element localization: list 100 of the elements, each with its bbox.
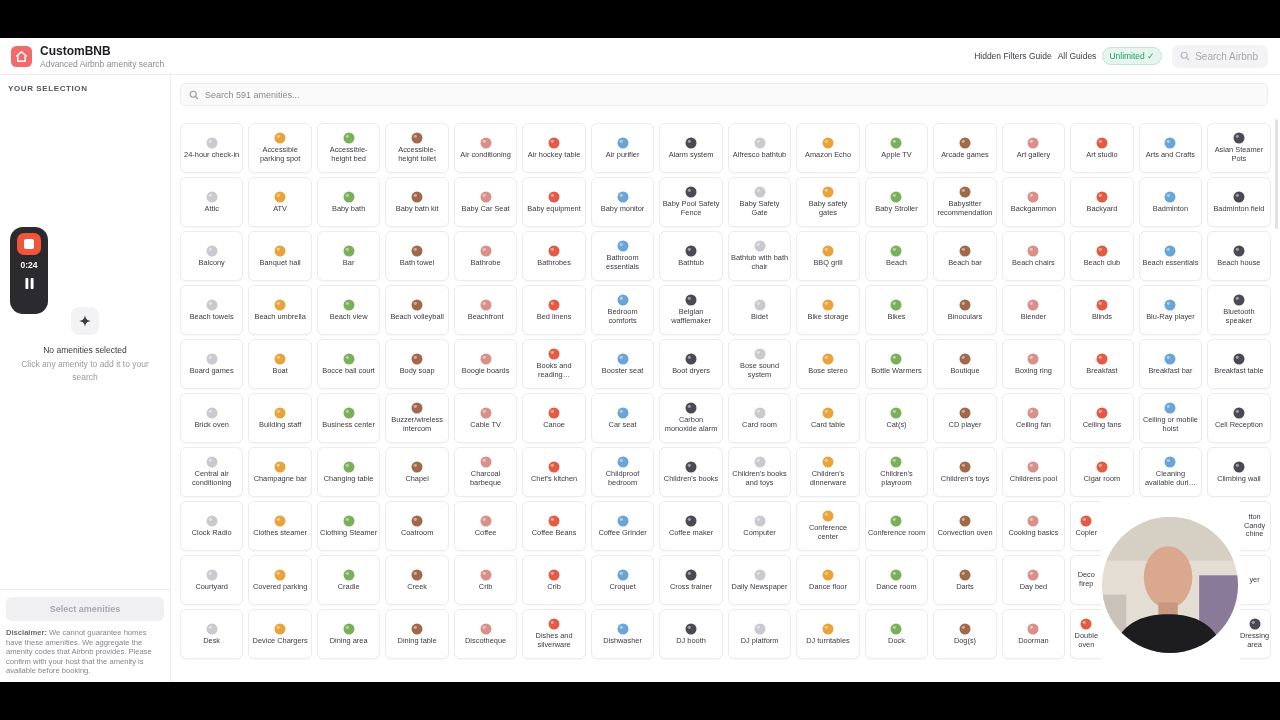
circle-icon — [342, 298, 355, 311]
circle-icon — [822, 352, 834, 365]
app-tagline: Advanced Airbnb amenity search — [40, 58, 165, 69]
circle-icon — [1164, 352, 1177, 365]
circle-icon — [479, 622, 492, 635]
circle-icon — [685, 244, 698, 257]
circle-icon — [1027, 136, 1040, 149]
nav-link[interactable]: All Guides — [1057, 51, 1097, 61]
circle-icon — [616, 136, 629, 149]
circle-icon — [1027, 244, 1040, 257]
circle-icon — [1027, 460, 1040, 473]
circle-icon — [1027, 352, 1040, 365]
circle-icon — [958, 622, 971, 635]
circle-icon — [479, 456, 492, 469]
circle-icon — [753, 514, 766, 527]
circle-icon — [274, 460, 287, 473]
circle-icon — [1095, 460, 1108, 473]
circle-icon — [274, 190, 287, 203]
circle-icon — [342, 406, 355, 419]
circle-icon — [274, 622, 287, 635]
circle-icon — [958, 514, 971, 527]
circle-icon — [1027, 568, 1040, 581]
circle-icon — [548, 460, 561, 473]
circle-icon — [616, 456, 629, 469]
circle-icon — [479, 190, 492, 203]
circle-icon — [616, 190, 629, 203]
circle-icon — [616, 568, 629, 581]
circle-icon — [1095, 136, 1108, 149]
circle-icon — [548, 190, 561, 203]
circle-icon — [1164, 298, 1177, 311]
empty-state-hint: Click any amenity to add it to your search — [20, 358, 150, 384]
circle-icon — [685, 622, 698, 635]
circle-icon — [1027, 622, 1040, 635]
circle-icon — [616, 294, 629, 307]
circle-icon — [822, 406, 834, 419]
search-icon — [189, 90, 199, 100]
circle-icon — [1232, 460, 1245, 473]
circle-icon — [1095, 190, 1108, 203]
circle-icon — [890, 190, 903, 203]
circle-icon — [342, 352, 355, 365]
circle-icon — [753, 622, 766, 635]
circle-icon — [958, 186, 971, 199]
circle-icon — [753, 298, 766, 311]
circle-icon — [616, 406, 629, 419]
sparkle-icon — [71, 307, 99, 335]
circle-icon — [753, 136, 766, 149]
circle-icon — [1027, 190, 1040, 203]
circle-icon — [1164, 402, 1177, 415]
recording-time: 0:24 — [20, 260, 38, 270]
circle-icon — [1080, 514, 1093, 527]
circle-icon — [890, 298, 903, 311]
nav-link[interactable]: Hidden Filters Guide — [974, 51, 1052, 61]
circle-icon — [1164, 456, 1177, 469]
circle-icon — [890, 456, 903, 469]
circle-icon — [274, 514, 287, 527]
circle-icon — [958, 298, 971, 311]
search-icon — [1180, 51, 1191, 61]
circle-icon — [822, 298, 834, 311]
pause-icon[interactable] — [24, 278, 34, 289]
circle-icon — [479, 352, 492, 365]
circle-icon — [548, 618, 561, 631]
circle-icon — [1027, 514, 1040, 527]
circle-icon — [205, 136, 218, 149]
circle-icon — [205, 514, 218, 527]
stop-button[interactable] — [17, 233, 41, 255]
circle-icon — [274, 298, 287, 311]
circle-icon — [1232, 352, 1245, 365]
circle-icon — [753, 240, 766, 253]
circle-icon — [753, 568, 766, 581]
home-logo-icon — [11, 45, 32, 67]
amenity-search-field[interactable]: Search 591 amenities... — [180, 83, 1268, 106]
circle-icon — [753, 348, 766, 361]
circle-icon — [890, 136, 903, 149]
circle-icon — [205, 622, 218, 635]
circle-icon — [548, 136, 561, 149]
circle-icon — [1232, 244, 1245, 257]
empty-state-title: No amenities selected — [43, 345, 127, 355]
circle-icon — [548, 244, 561, 257]
circle-icon — [685, 294, 698, 307]
circle-icon — [342, 514, 355, 527]
circle-icon — [411, 568, 424, 581]
circle-icon — [1095, 244, 1108, 257]
circle-icon — [411, 514, 424, 527]
circle-icon — [685, 402, 698, 415]
circle-icon — [479, 244, 492, 257]
circle-icon — [411, 190, 424, 203]
circle-icon — [822, 510, 834, 523]
circle-icon — [411, 402, 424, 415]
circle-icon — [205, 456, 218, 469]
circle-icon — [548, 298, 561, 311]
circle-icon — [685, 514, 698, 527]
circle-icon — [616, 240, 629, 253]
circle-icon — [685, 568, 698, 581]
circle-icon — [1027, 406, 1040, 419]
circle-icon — [822, 136, 834, 149]
circle-icon — [205, 298, 218, 311]
circle-icon — [274, 568, 287, 581]
circle-icon — [205, 568, 218, 581]
circle-icon — [1164, 244, 1177, 257]
circle-icon — [205, 352, 218, 365]
